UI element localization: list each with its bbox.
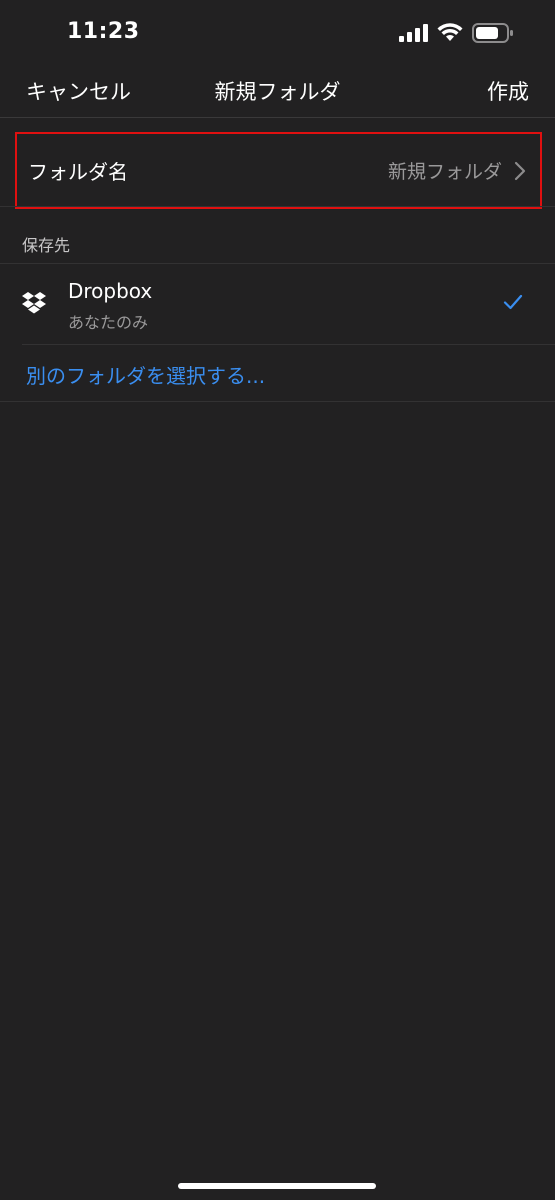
select-other-folder-link[interactable]: 別のフォルダを選択する...	[26, 360, 265, 389]
dropbox-subtitle: あなたのみ	[68, 313, 149, 332]
status-bar: 11:23	[0, 0, 555, 66]
chevron-right-icon	[514, 161, 526, 181]
home-indicator	[178, 1183, 376, 1189]
folder-name-value: 新規フォルダ	[387, 161, 502, 183]
signal-icon	[399, 24, 428, 42]
dropbox-location-item[interactable]: Dropbox あなたのみ	[0, 264, 555, 344]
folder-name-row[interactable]: フォルダ名 新規フォルダ	[15, 132, 542, 209]
folder-name-label: フォルダ名	[28, 160, 128, 184]
nav-bar: キャンセル 新規フォルダ 作成	[0, 66, 555, 118]
new-folder-screen: 11:23 キャンセル 新規フォルダ 作成 フォルダ名 新規フォルダ 保存先 D…	[0, 0, 555, 1200]
divider	[0, 401, 555, 402]
save-location-header: 保存先	[22, 236, 71, 255]
create-button[interactable]: 作成	[487, 76, 529, 106]
divider	[22, 344, 555, 345]
page-title: 新規フォルダ	[214, 80, 341, 104]
checkmark-icon	[503, 294, 523, 310]
wifi-icon	[437, 23, 463, 41]
dropbox-title: Dropbox	[68, 279, 153, 303]
battery-icon	[472, 23, 513, 43]
dropbox-icon	[22, 292, 46, 314]
divider	[0, 206, 555, 207]
status-time: 11:23	[67, 19, 140, 44]
